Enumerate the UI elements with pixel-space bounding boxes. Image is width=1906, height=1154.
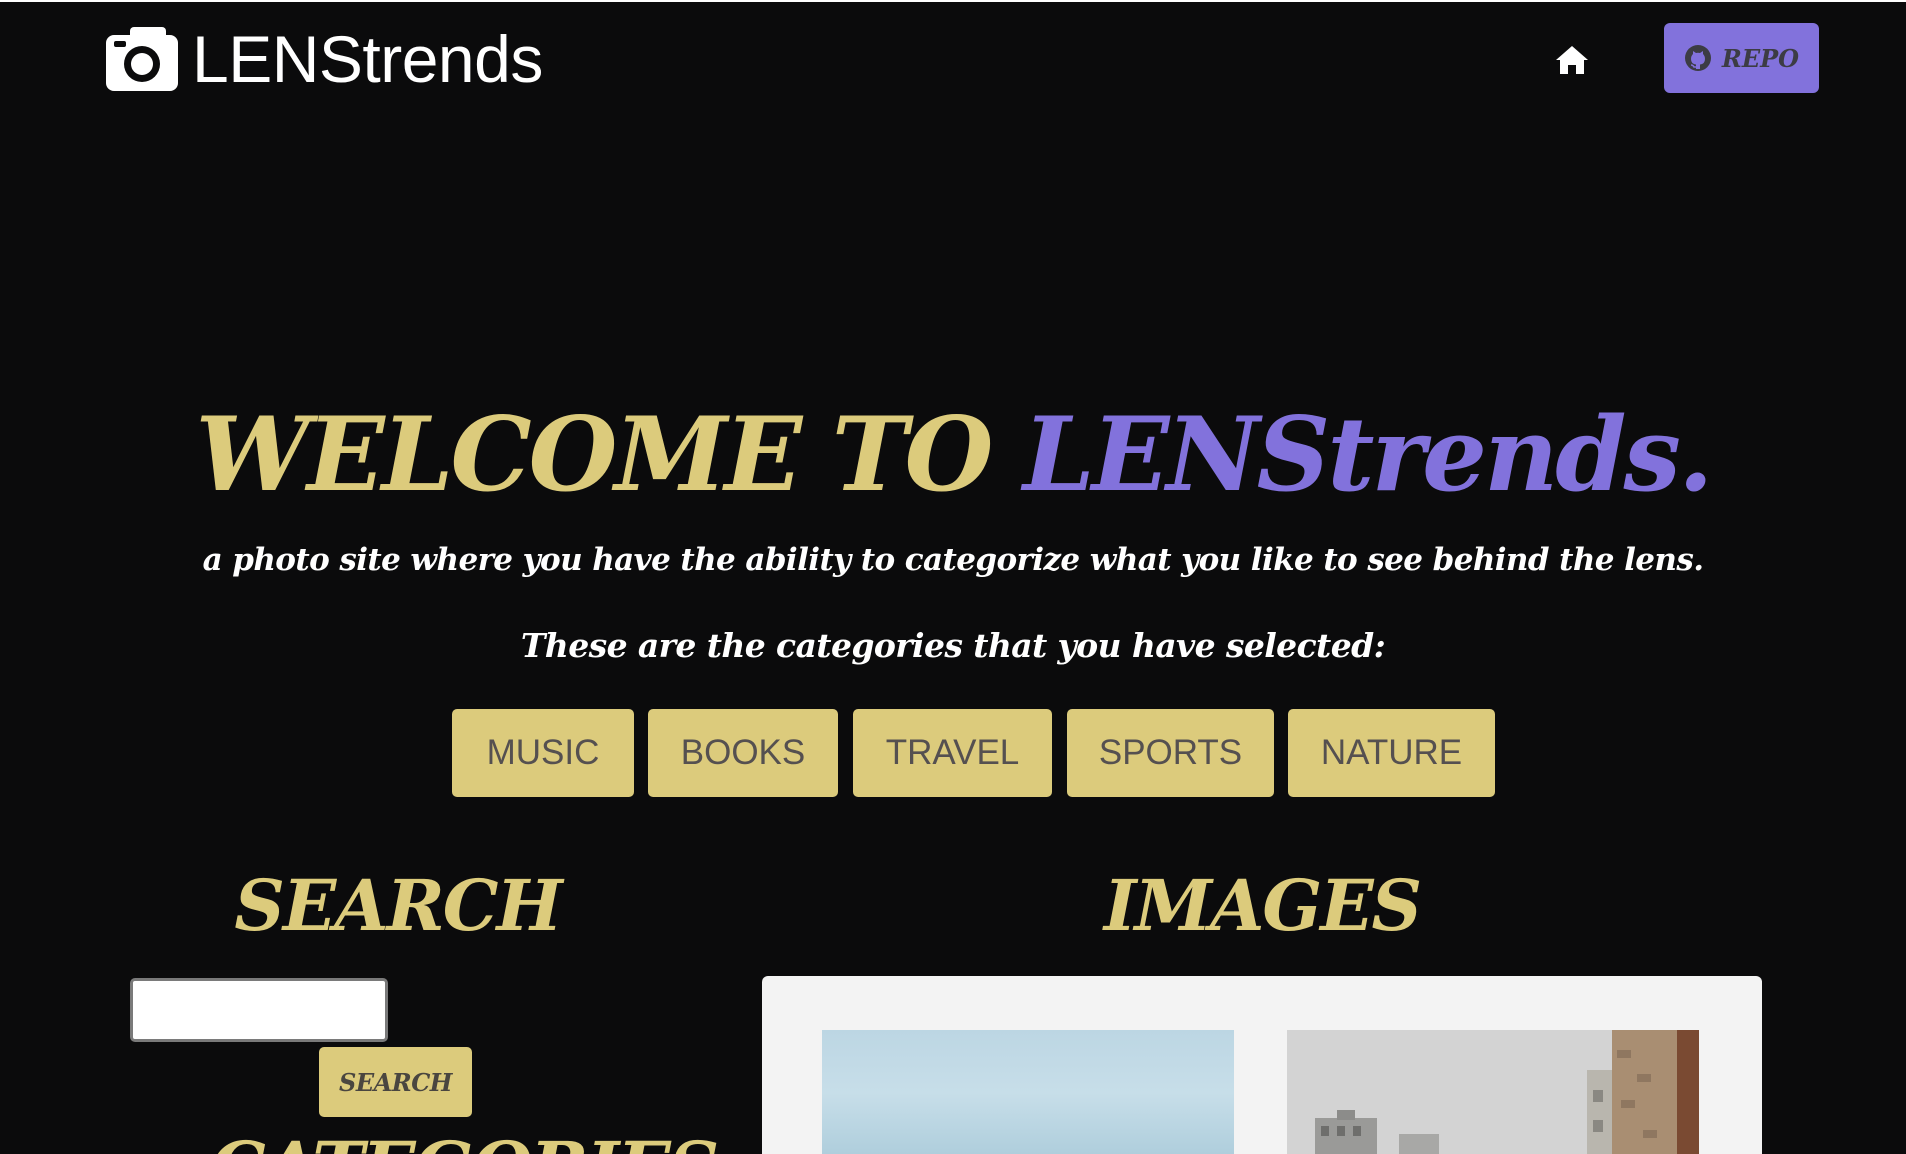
- category-button-nature[interactable]: NATURE: [1288, 709, 1495, 797]
- brand-name: LENStrends: [192, 22, 543, 96]
- category-button-books[interactable]: BOOKS: [648, 709, 838, 797]
- home-button[interactable]: [1552, 40, 1592, 80]
- images-heading: IMAGES: [1103, 864, 1422, 947]
- repo-button[interactable]: REPO: [1664, 23, 1819, 93]
- image-thumbnail[interactable]: [1287, 1030, 1699, 1154]
- github-icon: [1684, 45, 1711, 71]
- categories-heading: CATEGORIES: [210, 1126, 719, 1154]
- search-heading: SEARCH: [234, 864, 562, 947]
- home-icon: [1556, 46, 1588, 74]
- brand-logo[interactable]: LENStrends: [106, 24, 543, 94]
- selected-categories-caption: These are the categories that you have s…: [520, 626, 1386, 665]
- hero-subtitle: a photo site where you have the ability …: [202, 542, 1704, 578]
- building-photo: [1287, 1030, 1699, 1154]
- category-button-travel[interactable]: TRAVEL: [853, 709, 1052, 797]
- category-button-sports[interactable]: SPORTS: [1067, 709, 1274, 797]
- search-input[interactable]: [130, 978, 388, 1042]
- repo-label: REPO: [1721, 43, 1800, 73]
- camera-icon: [106, 27, 178, 91]
- image-thumbnail[interactable]: [822, 1030, 1234, 1154]
- hero-title: WELCOME TO LENStrends.: [0, 395, 1906, 515]
- hero-title-prefix: WELCOME TO: [195, 395, 993, 515]
- category-button-music[interactable]: MUSIC: [452, 709, 634, 797]
- top-border: [0, 0, 1906, 2]
- hero-title-highlight: LENStrends.: [1022, 395, 1714, 515]
- search-button[interactable]: SEARCH: [319, 1047, 472, 1117]
